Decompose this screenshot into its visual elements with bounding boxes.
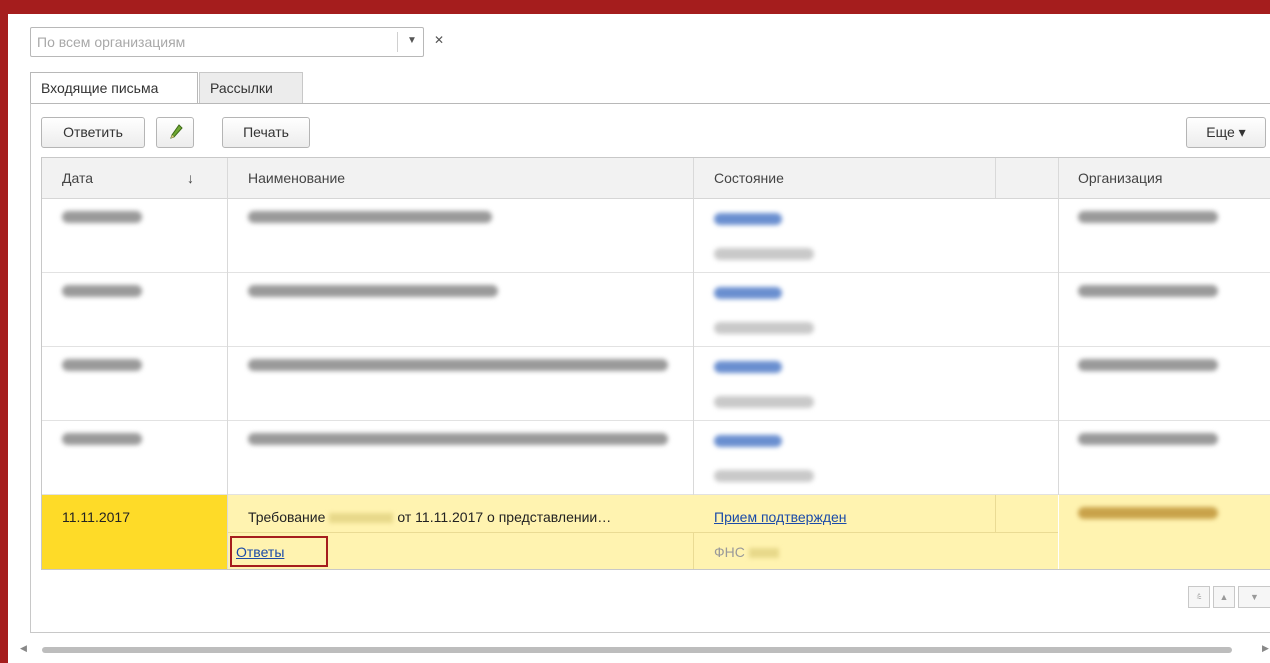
replies-highlight-box <box>230 536 328 567</box>
tab-divider <box>30 103 1270 104</box>
scroll-left-icon[interactable]: ◀ <box>20 643 27 654</box>
selected-date: 11.11.2017 <box>62 509 130 525</box>
scroll-up-icon[interactable]: ▲ <box>1213 586 1235 608</box>
redacted-status <box>714 361 782 373</box>
organization-filter[interactable]: По всем организациям ▼ ✕ <box>30 27 444 57</box>
panel-border-left <box>30 103 31 633</box>
recipient-text: ФНС <box>714 544 745 560</box>
highlight-frame-left <box>0 0 8 663</box>
column-separator <box>693 158 694 495</box>
column-status[interactable]: Состояние <box>714 170 784 186</box>
redacted-status <box>714 287 782 299</box>
tab-mailings[interactable]: Рассылки <box>199 72 303 104</box>
name-suffix: от 11.11.2017 о представлении… <box>397 509 612 525</box>
column-separator <box>1058 158 1059 495</box>
redacted-date <box>62 211 142 223</box>
redacted-name <box>248 285 498 297</box>
letters-table[interactable]: Дата ↓ Наименование Состояние Организаци… <box>41 157 1270 570</box>
edit-button[interactable] <box>156 117 194 148</box>
redacted-name <box>248 211 492 223</box>
redacted-number <box>329 513 394 524</box>
redacted-name <box>248 433 668 445</box>
reply-button[interactable]: Ответить <box>41 117 145 148</box>
pencil-icon <box>170 124 183 139</box>
sort-desc-icon[interactable]: ↓ <box>187 170 194 186</box>
print-button[interactable]: Печать <box>222 117 310 148</box>
column-separator <box>227 158 228 569</box>
redacted-organization <box>1078 359 1218 371</box>
column-date[interactable]: Дата <box>62 170 93 186</box>
panel-border-bottom <box>30 632 1270 633</box>
redacted-organization <box>1078 507 1218 519</box>
status-link[interactable]: Прием подтвержден <box>714 509 847 525</box>
redacted-date <box>62 285 142 297</box>
scroll-thumb[interactable] <box>42 647 1232 653</box>
row-divider <box>228 532 1058 533</box>
column-separator <box>693 532 694 569</box>
redacted-recipient <box>714 470 814 482</box>
redacted-organization <box>1078 211 1218 223</box>
redacted-organization <box>1078 285 1218 297</box>
redacted-status <box>714 213 782 225</box>
clear-icon[interactable]: ✕ <box>434 33 444 47</box>
column-separator <box>995 495 996 532</box>
highlight-frame-top <box>0 0 1270 14</box>
column-name[interactable]: Наименование <box>248 170 345 186</box>
redacted-date <box>62 433 142 445</box>
redacted-organization <box>1078 433 1218 445</box>
selected-name: Требование от 11.11.2017 о представлении… <box>248 509 611 525</box>
horizontal-scrollbar[interactable]: ◀ ▶ <box>14 642 1270 656</box>
column-separator <box>1058 495 1059 569</box>
scroll-down-icon[interactable]: ▼ <box>1238 586 1270 608</box>
more-button[interactable]: Еще ▾ <box>1186 117 1266 148</box>
redacted-recipient <box>714 322 814 334</box>
selected-row-date-cell[interactable] <box>42 495 227 569</box>
column-organization[interactable]: Организация <box>1078 170 1162 186</box>
scroll-right-icon[interactable]: ▶ <box>1262 643 1269 654</box>
dropdown-arrow-icon[interactable]: ▼ <box>407 35 417 46</box>
redacted-recipient <box>714 248 814 260</box>
redacted-name <box>248 359 668 371</box>
name-prefix: Требование <box>248 509 326 525</box>
column-separator <box>995 158 996 198</box>
redacted-date <box>62 359 142 371</box>
filter-separator <box>397 32 398 52</box>
redacted-code <box>748 548 779 559</box>
filter-placeholder: По всем организациям <box>37 34 186 50</box>
tab-incoming[interactable]: Входящие письма <box>30 72 198 104</box>
recipient-cell: ФНС <box>714 544 779 560</box>
redacted-status <box>714 435 782 447</box>
first-page-icon[interactable]: ⩯ <box>1188 586 1210 608</box>
redacted-recipient <box>714 396 814 408</box>
